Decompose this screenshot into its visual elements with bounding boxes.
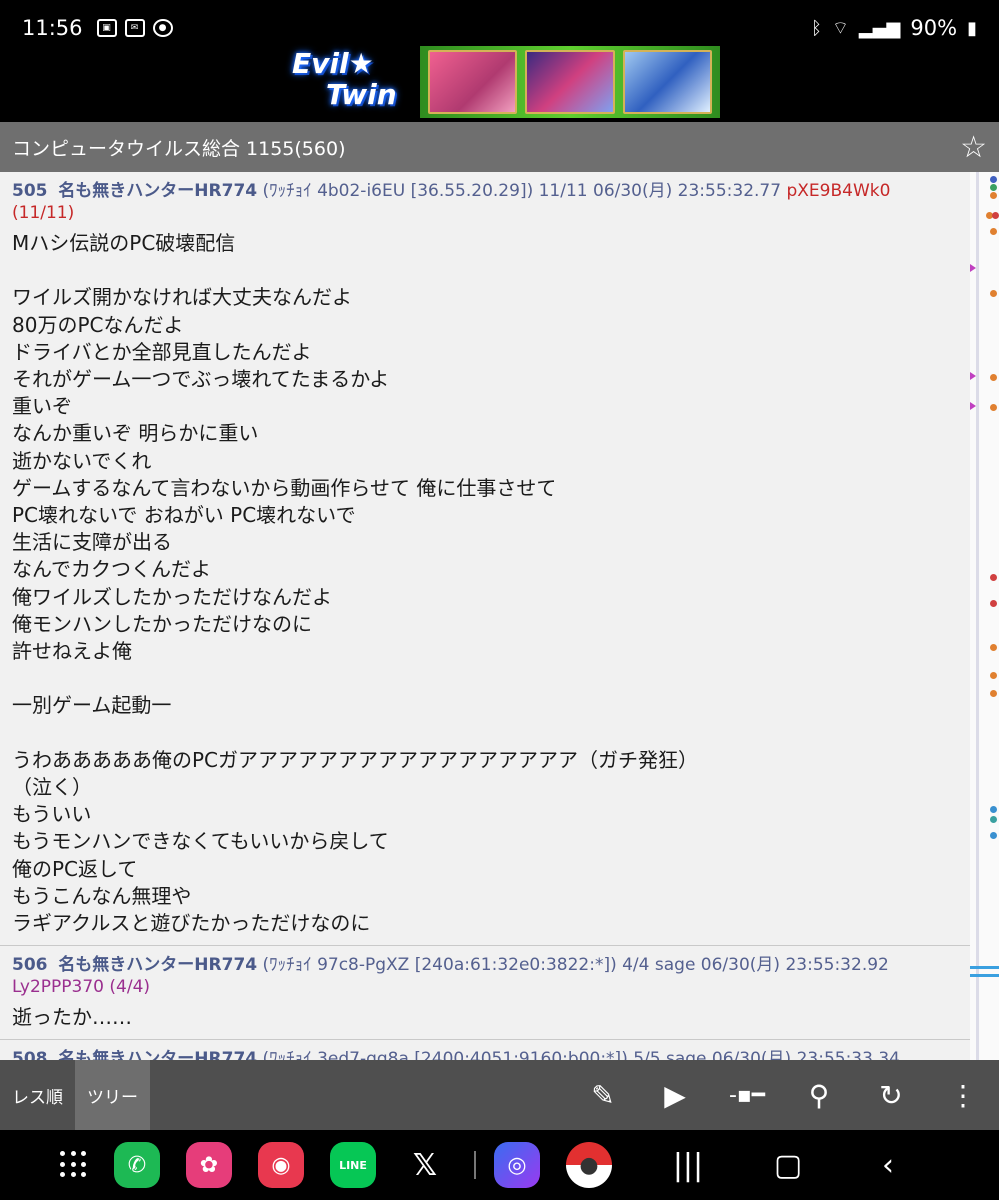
track-marker	[990, 184, 997, 191]
track-marker	[970, 372, 976, 380]
notification-icons: ▣ ✉ ●	[96, 19, 173, 37]
post-header: 506 名も無きハンターHR774 (ﾜｯﾁｮｲ 97c8-PgXZ [240a…	[12, 954, 958, 998]
banner-card-images	[420, 46, 720, 118]
thread-title: コンピュータウイルス総合 1155(560)	[12, 137, 346, 160]
navigation-bar: ✆ ✿ ◉ LINE 𝕏 ◎ ● ||| ▢ ‹	[0, 1130, 999, 1200]
signal-icon: ▂▄▆	[858, 17, 901, 39]
wear-icon: ●	[152, 19, 173, 37]
track-marker	[992, 212, 999, 219]
card-image	[428, 50, 518, 114]
card-image	[525, 50, 615, 114]
card-image	[622, 50, 712, 114]
track-marker	[970, 264, 976, 272]
play-icon[interactable]: ▶	[639, 1060, 711, 1130]
slider-icon[interactable]: -▪━	[711, 1060, 783, 1130]
post-meta: (ﾜｯﾁｮｲ 3ed7-qg8a [2400:4051:9160:b00:*])…	[262, 1049, 900, 1060]
scroll-position-indicator	[970, 974, 999, 977]
bottom-toolbar: レス順 ツリー ✎ ▶ -▪━ ⚲ ↻ ⋮	[0, 1060, 999, 1130]
dock-divider	[474, 1151, 476, 1179]
track-marker	[990, 176, 997, 183]
post-header: 508 名も無きハンターHR774 (ﾜｯﾁｮｲ 3ed7-qg8a [2400…	[12, 1048, 958, 1060]
track-marker	[990, 806, 997, 813]
track-marker	[990, 832, 997, 839]
recents-button[interactable]: |||	[638, 1148, 738, 1183]
track-marker	[990, 192, 997, 199]
tab-tree[interactable]: ツリー	[75, 1060, 150, 1130]
banner-ad[interactable]: Evil★ Twin	[0, 44, 999, 122]
post-body: 逝ったか……	[12, 1005, 132, 1030]
post-505[interactable]: 505 名も無きハンターHR774 (ﾜｯﾁｮｲ 4b02-i6EU [36.5…	[0, 172, 970, 947]
app-drawer-icon[interactable]	[60, 1151, 88, 1179]
track-line	[976, 172, 979, 1060]
outlook-icon: ✉	[124, 19, 145, 37]
post-header: 505 名も無きハンターHR774 (ﾜｯﾁｮｲ 4b02-i6EU [36.5…	[12, 180, 958, 224]
pencil-icon[interactable]: ✎	[567, 1060, 639, 1130]
post-number[interactable]: 508	[12, 1049, 48, 1060]
track-marker	[990, 644, 997, 651]
x-app-icon[interactable]: 𝕏	[402, 1142, 448, 1188]
poster-name: 名も無きハンターHR774	[58, 1049, 258, 1060]
track-marker	[990, 574, 997, 581]
battery-icon: ▮	[967, 17, 977, 39]
track-marker	[970, 402, 976, 410]
camera-app-icon[interactable]: ◉	[258, 1142, 304, 1188]
status-right: ᛒ ⌔ ▂▄▆ 90% ▮	[811, 16, 977, 40]
thread-title-bar: コンピュータウイルス総合 1155(560) ☆	[0, 122, 999, 172]
phone-app-icon[interactable]: ✆	[114, 1142, 160, 1188]
post-508[interactable]: 508 名も無きハンターHR774 (ﾜｯﾁｮｲ 3ed7-qg8a [2400…	[0, 1040, 970, 1060]
track-marker	[990, 228, 997, 235]
track-marker	[990, 690, 997, 697]
line-app-icon[interactable]: LINE	[330, 1142, 376, 1188]
toolbar-actions: ✎ ▶ -▪━ ⚲ ↻ ⋮	[567, 1060, 999, 1130]
post-list[interactable]: 505 名も無きハンターHR774 (ﾜｯﾁｮｲ 4b02-i6EU [36.5…	[0, 172, 970, 1060]
gallery-icon: ▣	[96, 19, 117, 37]
track-marker	[990, 672, 997, 679]
home-button[interactable]: ▢	[738, 1148, 838, 1183]
post-meta: (ﾜｯﾁｮｲ 4b02-i6EU [36.55.20.29]) 11/11 06…	[262, 181, 782, 201]
track-marker	[990, 374, 997, 381]
wifi-icon: ⌔	[831, 17, 849, 39]
banner-logo-line2: Twin	[326, 78, 397, 111]
track-marker	[990, 290, 997, 297]
post-meta: (ﾜｯﾁｮｲ 97c8-PgXZ [240a:61:32e0:3822:*]) …	[262, 955, 889, 976]
track-marker	[990, 404, 997, 411]
battery-text: 90%	[910, 16, 958, 40]
scroll-track[interactable]	[970, 172, 999, 1060]
tab-order[interactable]: レス順	[0, 1060, 75, 1130]
flower-app-icon[interactable]: ✿	[186, 1142, 232, 1188]
star-icon[interactable]: ☆	[960, 130, 987, 165]
banner-logo: Evil★ Twin	[292, 48, 412, 110]
pokeball-app-icon[interactable]: ●	[566, 1142, 612, 1188]
more-icon[interactable]: ⋮	[927, 1060, 999, 1130]
post-506[interactable]: 506 名も無きハンターHR774 (ﾜｯﾁｮｲ 97c8-PgXZ [240a…	[0, 946, 970, 1041]
refresh-icon[interactable]: ↻	[855, 1060, 927, 1130]
track-marker	[990, 600, 997, 607]
search-icon[interactable]: ⚲	[783, 1060, 855, 1130]
post-body: Mハシ伝説のPC破壊配信 ワイルズ開かなければ大丈夫なんだよ 80万のPCなんだ…	[12, 231, 699, 936]
poster-name: 名も無きハンターHR774	[58, 955, 258, 976]
browser-app-icon[interactable]: ◎	[494, 1142, 540, 1188]
back-button[interactable]: ‹	[838, 1148, 938, 1183]
poster-name: 名も無きハンターHR774	[58, 181, 258, 201]
banner-logo-line1: Evil★	[292, 47, 374, 80]
status-time: 11:56	[22, 16, 83, 40]
post-number[interactable]: 506	[12, 955, 48, 975]
poster-id[interactable]: Ly2PPP370 (4/4)	[12, 977, 150, 997]
track-marker	[990, 816, 997, 823]
scroll-position-indicator	[970, 966, 999, 969]
bluetooth-icon: ᛒ	[811, 17, 822, 39]
post-number[interactable]: 505	[12, 181, 48, 201]
